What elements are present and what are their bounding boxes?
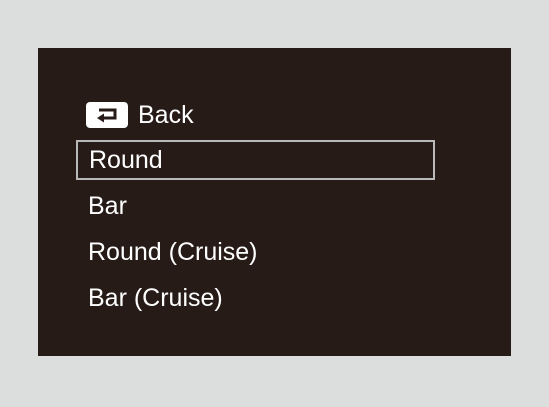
menu-item-round[interactable]: Round [76,140,435,180]
menu-item-label: Bar (Cruise) [88,283,223,312]
menu-item-round-cruise[interactable]: Round (Cruise) [76,232,435,272]
back-button[interactable]: Back [76,95,435,135]
display-screen: Back Round Bar Round (Cruise) Bar (Cruis… [38,48,511,356]
back-label: Back [138,100,194,129]
menu-item-label: Round [89,145,163,174]
menu-item-label: Round (Cruise) [88,237,258,266]
menu-item-bar[interactable]: Bar [76,186,435,226]
menu-item-bar-cruise[interactable]: Bar (Cruise) [76,278,435,318]
menu-list: Back Round Bar Round (Cruise) Bar (Cruis… [38,48,511,356]
return-arrow-icon [86,102,128,128]
menu-item-label: Bar [88,191,127,220]
